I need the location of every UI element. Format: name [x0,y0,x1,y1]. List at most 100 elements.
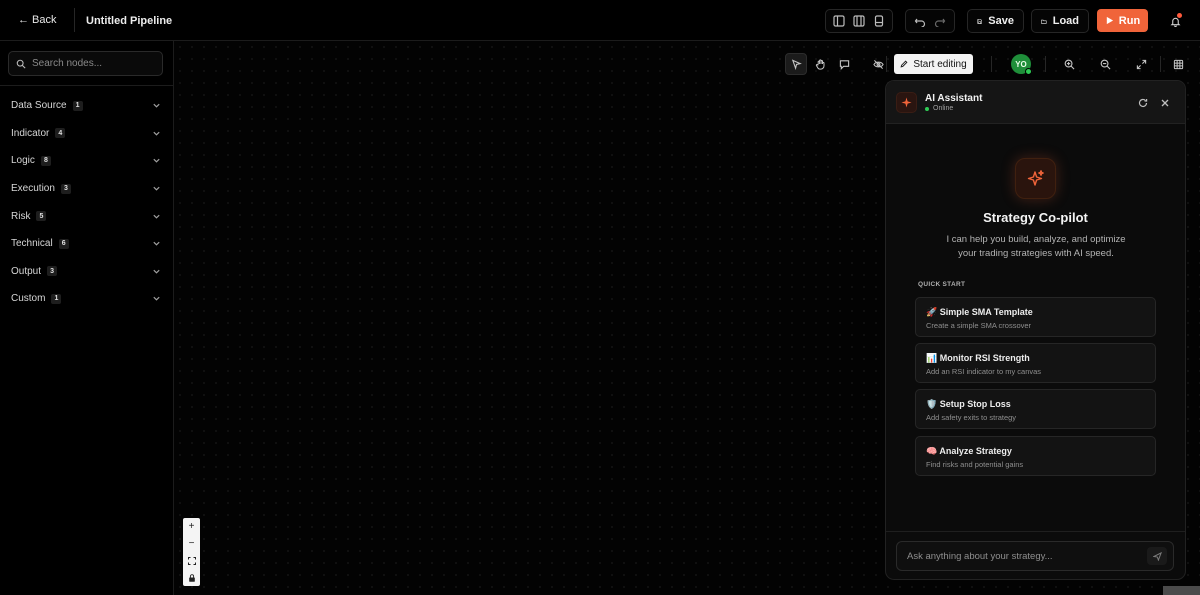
ai-assistant-panel: AI Assistant Online Strategy Co-pilot I … [885,80,1186,580]
quick-start-subtitle: Add safety exits to strategy [926,413,1017,422]
assistant-title: AI Assistant [925,93,983,104]
quick-start-title: 📊 Monitor RSI Strength [926,353,1155,364]
quick-start-card[interactable]: 🧠 Analyze Strategy Find risks and potent… [915,436,1156,476]
close-icon[interactable] [1158,96,1172,110]
zoom-out-button[interactable]: − [183,535,200,552]
quick-start-subtitle: Find risks and potential gains [926,460,1024,469]
quick-start-card[interactable]: 🛡️ Setup Stop Loss Add safety exits to s… [915,389,1156,429]
corner-block [1163,586,1200,595]
start-editing-button[interactable]: Start editing [894,54,973,74]
divider [74,8,75,32]
back-label: Back [32,14,57,26]
avatar-initials: YO [1015,59,1027,69]
category-risk[interactable]: Risk 5 [0,202,173,230]
quick-start-title-text: Setup Stop Loss [939,399,1011,409]
notifications-button[interactable] [1166,12,1184,30]
select-icon[interactable] [785,53,807,75]
category-label: Execution [11,183,55,195]
rocket-icon: 🚀 [926,307,938,317]
canvas-tool-group [785,53,889,75]
quick-start-title: 🚀 Simple SMA Template [926,307,1155,318]
category-logic[interactable]: Logic 8 [0,147,173,175]
grid-icon[interactable] [1167,53,1189,75]
category-label: Output [11,265,42,277]
category-count-badge: 1 [72,100,83,111]
search-icon [16,59,26,69]
undo-icon[interactable] [911,12,929,30]
node-sidebar: Data Source 1 Indicator 4 Logic 8 Execut… [0,41,174,595]
save-icon [977,18,982,24]
divider [1160,56,1161,72]
pipeline-title[interactable]: Untitled Pipeline [86,15,172,27]
redo-icon[interactable] [931,12,949,30]
category-count-badge: 8 [40,155,51,166]
refresh-icon[interactable] [1136,96,1150,110]
divider [886,531,1185,532]
chat-input[interactable] [907,550,1137,562]
save-label: Save [988,15,1014,27]
hero-description: I can help you build, analyze, and optim… [946,234,1126,259]
chevron-down-icon [152,294,161,303]
category-count-badge: 3 [47,266,58,277]
hand-icon[interactable] [809,53,831,75]
quick-start-card[interactable]: 📊 Monitor RSI Strength Add an RSI indica… [915,343,1156,383]
comment-icon[interactable] [833,53,855,75]
search-input[interactable] [32,58,152,69]
arrow-left-icon: ← [18,14,29,26]
zoom-out-icon[interactable] [1094,53,1116,75]
quick-start-card[interactable]: 🚀 Simple SMA Template Create a simple SM… [915,297,1156,337]
layout-split-icon[interactable] [850,12,868,30]
canvas-zoom-controls: + − [183,518,200,586]
assistant-status-label: Online [933,105,954,112]
category-indicator[interactable]: Indicator 4 [0,120,173,148]
play-icon [1106,16,1113,25]
assistant-header: AI Assistant Online [886,81,1185,124]
layout-bottom-icon[interactable] [870,12,888,30]
search-box[interactable] [8,51,163,76]
category-custom[interactable]: Custom 1 [0,285,173,313]
send-icon [1152,551,1162,561]
load-label: Load [1052,15,1079,27]
category-label: Custom [11,293,46,305]
shield-icon: 🛡️ [926,399,938,409]
layout-toggle-group [825,9,893,33]
zoom-in-icon[interactable] [1058,53,1080,75]
folder-icon [1041,19,1047,24]
chevron-down-icon [152,129,161,138]
run-button[interactable]: Run [1097,9,1148,32]
chevron-down-icon [152,156,161,165]
category-count-badge: 4 [55,128,66,139]
fullscreen-icon[interactable] [1130,53,1152,75]
category-execution[interactable]: Execution 3 [0,175,173,203]
sparkles-icon [1015,158,1056,199]
divider [0,85,173,86]
pencil-icon [900,60,908,68]
category-list: Data Source 1 Indicator 4 Logic 8 Execut… [0,92,173,313]
quick-start-title: 🛡️ Setup Stop Loss [926,399,1155,410]
run-label: Run [1118,14,1141,27]
save-button[interactable]: Save [967,9,1024,33]
layout-left-icon[interactable] [830,12,848,30]
category-technical[interactable]: Technical 6 [0,230,173,258]
send-button[interactable] [1147,547,1167,565]
category-output[interactable]: Output 3 [0,258,173,286]
avatar[interactable]: YO [1011,54,1032,75]
category-data-source[interactable]: Data Source 1 [0,92,173,120]
category-count-badge: 6 [58,238,69,249]
chat-input-box[interactable] [896,541,1174,571]
load-button[interactable]: Load [1031,9,1089,33]
chevron-down-icon [152,239,161,248]
zoom-in-button[interactable]: + [183,518,200,535]
quick-start-title-text: Analyze Strategy [939,446,1012,456]
lock-icon[interactable] [183,569,200,586]
top-bar: ← Back Untitled Pipeline Save Load Run [0,0,1200,41]
category-count-badge: 5 [36,211,47,222]
quick-start-subtitle: Add an RSI indicator to my canvas [926,367,1042,376]
category-label: Indicator [11,127,50,139]
start-editing-label: Start editing [913,58,967,70]
back-button[interactable]: ← Back [18,10,56,30]
fit-view-icon[interactable] [183,552,200,569]
online-status-dot [1025,68,1032,75]
category-count-badge: 3 [60,183,71,194]
assistant-status: Online [925,105,953,112]
